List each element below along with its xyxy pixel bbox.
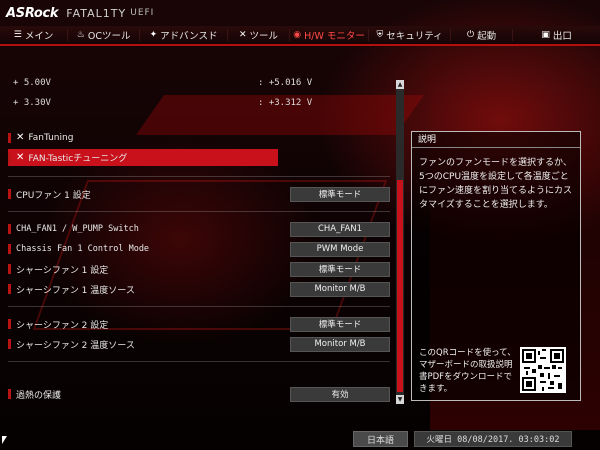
voltage-label: + 3.30V [13, 98, 51, 108]
row-bullet [8, 339, 11, 349]
nav-tab[interactable]: ♨ OCツール [68, 26, 139, 44]
mouse-cursor-icon [2, 436, 7, 444]
row-bullet [8, 132, 11, 143]
option-value-button[interactable]: Monitor M/B [290, 281, 390, 297]
description-text: ファンのファンモードを選択するか、5つのCPU温度を設定して各温度ごとにファン速… [419, 158, 573, 210]
option-row[interactable]: Chassis Fan 1 Control Mode PWM Mode [8, 240, 390, 258]
option-label: Chassis Fan 1 Control Mode [16, 244, 150, 254]
star-icon: ✦ [149, 30, 158, 40]
option-label: シャーシファン 2 温度ソース [16, 340, 135, 351]
divider [8, 211, 390, 212]
row-bullet [8, 389, 11, 399]
row-bullet [8, 244, 11, 254]
option-value-button[interactable]: PWM Mode [290, 241, 390, 257]
nav-tab[interactable]: ☰ メイン [0, 26, 67, 44]
nav-tab[interactable]: ✦ アドバンスド [140, 26, 227, 44]
voltage-value: : +3.312 V [258, 98, 313, 108]
nav-tab-label: アドバンスド [160, 31, 218, 42]
menu-item-fantuning[interactable]: ✕ FanTuning [8, 129, 278, 146]
divider [8, 306, 390, 307]
scrollbar-thumb[interactable] [397, 180, 403, 392]
option-value-button[interactable]: 標準モード [290, 186, 390, 202]
power-icon: ⏻ [467, 30, 475, 40]
nav-tab-label: メイン [24, 31, 54, 42]
qr-code-graphic [522, 349, 564, 391]
menu-item-fan-tastic[interactable]: ✕ FAN-Tasticチューニング [8, 149, 278, 166]
nav-tab-label: 起動 [477, 31, 497, 42]
scroll-up-arrow-icon[interactable]: ▲ [396, 80, 404, 89]
row-bullet [8, 264, 11, 274]
option-label: シャーシファン 1 温度ソース [16, 285, 135, 296]
nav-tab[interactable]: ⛨ セキュリティ [369, 26, 450, 44]
uefi-label: UEFI [130, 8, 155, 18]
option-row[interactable]: シャーシファン 1 温度ソース Monitor M/B [8, 280, 390, 298]
language-button[interactable]: 日本語 [353, 431, 408, 447]
option-value-button[interactable]: 有効 [290, 386, 390, 402]
tools-icon: ✕ [16, 152, 25, 163]
datetime-display: 火曜日 08/08/2017. 03:03:02 [414, 431, 572, 447]
option-row[interactable]: シャーシファン 1 設定 標準モード [8, 260, 390, 278]
option-row[interactable]: CHA_FAN1 / W_PUMP Switch CHA_FAN1 [8, 220, 390, 238]
wrench-icon: ✕ [238, 30, 247, 40]
menu-item-label: FanTuning [28, 132, 74, 143]
option-label: CHA_FAN1 / W_PUMP Switch [16, 224, 139, 234]
row-bullet [8, 284, 11, 294]
voltage-row: + 3.30V : +3.312 V [13, 98, 312, 108]
qr-code-icon [520, 347, 566, 393]
option-row[interactable]: シャーシファン 2 設定 標準モード [8, 315, 390, 333]
exit-icon: ▣ [541, 30, 550, 40]
description-title: 説明 [412, 132, 580, 148]
option-value-button[interactable]: Monitor M/B [290, 336, 390, 352]
monitor-icon: ◉ [293, 30, 302, 40]
option-label: 過熱の保護 [16, 390, 62, 401]
tools-icon: ✕ [16, 132, 25, 143]
voltage-value: : +5.016 V [258, 78, 313, 88]
list-icon: ☰ [13, 30, 22, 40]
nav-tab[interactable]: ◉ H/W モニター [290, 26, 368, 44]
brand-subtitle: FATAL1TY [66, 6, 127, 20]
nav-tab-label: ツール [249, 31, 279, 42]
nav-tab[interactable]: ⏻ 起動 [451, 26, 512, 44]
option-label: シャーシファン 2 設定 [16, 320, 109, 331]
flame-icon: ♨ [76, 30, 85, 40]
nav-tab-label: H/W モニター [304, 31, 365, 42]
scroll-down-arrow-icon[interactable]: ▼ [396, 395, 404, 404]
option-value-button[interactable]: 標準モード [290, 261, 390, 277]
nav-tab[interactable]: ▣ 出口 [513, 26, 600, 44]
voltage-label: + 5.00V [13, 78, 51, 88]
description-panel: 説明 ファンのファンモードを選択するか、5つのCPU温度を設定して各温度ごとにフ… [411, 131, 581, 401]
option-row[interactable]: シャーシファン 2 温度ソース Monitor M/B [8, 335, 390, 353]
shield-icon: ⛨ [376, 30, 384, 40]
row-bullet [8, 319, 11, 329]
main-nav: ☰ メイン ♨ OCツール ✦ アドバンスド ✕ ツール ◉ H/W モニター ⛨ セキュリティ ⏻ 起動… [0, 26, 600, 46]
option-row[interactable]: 過熱の保護 有効 [8, 385, 390, 403]
voltage-row: + 5.00V : +5.016 V [13, 78, 312, 88]
nav-tab[interactable]: ✕ ツール [228, 26, 289, 44]
divider [8, 361, 390, 362]
row-bullet [8, 189, 11, 199]
option-label: CPUファン 1 設定 [16, 190, 91, 201]
option-value-button[interactable]: CHA_FAN1 [290, 221, 390, 237]
row-bullet [8, 152, 11, 163]
option-row[interactable]: CPUファン 1 設定 標準モード [8, 185, 390, 203]
nav-tab-label: 出口 [552, 31, 572, 42]
nav-tab-label: セキュリティ [386, 31, 443, 42]
brand-logo: ASRock [6, 5, 59, 21]
divider [8, 176, 390, 177]
header-bar: ASRock FATAL1TY UEFI [0, 0, 600, 26]
option-label: シャーシファン 1 設定 [16, 265, 109, 276]
menu-item-label: FAN-Tasticチューニング [28, 154, 128, 164]
option-value-button[interactable]: 標準モード [290, 316, 390, 332]
row-bullet [8, 224, 11, 234]
qr-caption: このQRコードを使って、マザーボードの取扱説明書PDFをダウンロードできます。 [419, 348, 516, 394]
nav-tab-label: OCツール [87, 31, 131, 42]
